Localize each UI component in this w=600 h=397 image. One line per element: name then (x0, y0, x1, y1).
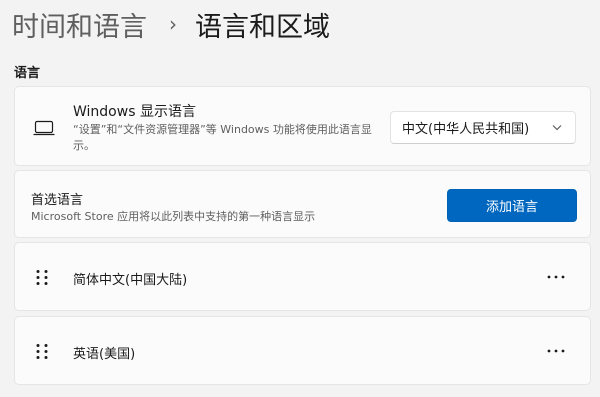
breadcrumb-parent-link[interactable]: 时间和语言 (12, 5, 147, 44)
display-language-dropdown[interactable]: 中文(中华人民共和国) (390, 111, 576, 144)
preferred-languages-description: Microsoft Store 应用将以此列表中支持的第一种语言显示 (31, 210, 316, 223)
breadcrumb: 时间和语言 › 语言和区域 (12, 2, 330, 46)
page-title: 语言和区域 (195, 11, 330, 43)
breadcrumb-separator: › (169, 12, 177, 36)
language-name: 英语(美国) (73, 347, 136, 362)
more-options-icon[interactable] (546, 348, 566, 354)
preferred-languages-title: 首选语言 (31, 193, 84, 208)
drag-handle-icon[interactable] (35, 343, 49, 360)
monitor-icon (33, 120, 55, 136)
display-language-title: Windows 显示语言 (73, 104, 196, 120)
display-language-card: Windows 显示语言 “设置”和“文件资源管理器”等 Windows 功能将… (14, 86, 591, 166)
display-language-description: “设置”和“文件资源管理器”等 Windows 功能将使用此语言显示。 (73, 123, 372, 152)
drag-handle-icon[interactable] (35, 269, 49, 286)
display-language-selected: 中文(中华人民共和国) (402, 122, 530, 137)
language-section-heading: 语言 (14, 66, 41, 81)
add-language-button[interactable]: 添加语言 (447, 189, 577, 222)
chevron-down-icon (552, 125, 562, 131)
language-list-item[interactable]: 简体中文(中国大陆) (14, 242, 591, 311)
preferred-languages-card: 首选语言 Microsoft Store 应用将以此列表中支持的第一种语言显示 … (14, 170, 591, 238)
language-name: 简体中文(中国大陆) (73, 273, 188, 288)
language-list-item[interactable]: 英语(美国) (14, 316, 591, 385)
more-options-icon[interactable] (546, 274, 566, 280)
